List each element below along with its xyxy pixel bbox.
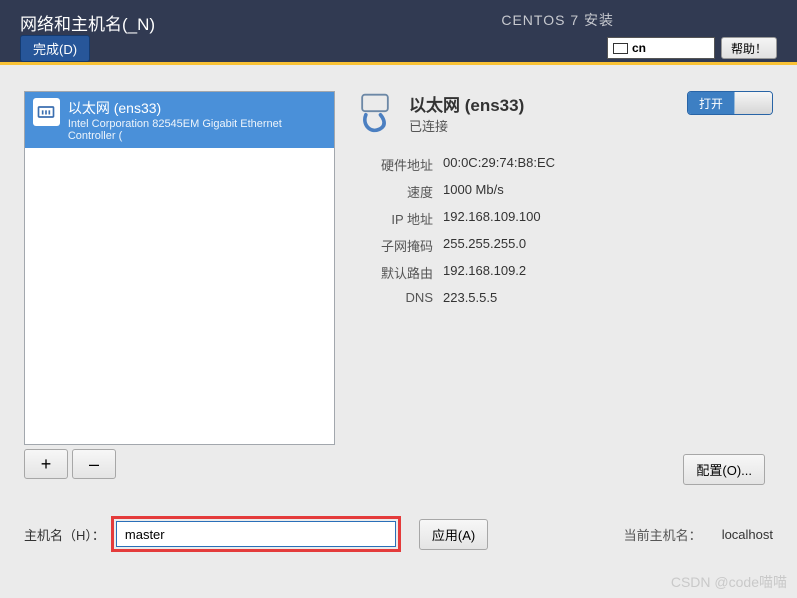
header-bar: 网络和主机名(_N) 完成(D) CENTOS 7 安装 ⌨ cn 帮助！ <box>0 0 797 65</box>
configure-button[interactable]: 配置(O)... <box>683 454 765 485</box>
detail-key: 速度 <box>353 182 433 201</box>
current-hostname-label: 当前主机名： <box>624 525 702 544</box>
network-item-title: 以太网 (ens33) <box>68 98 328 118</box>
ethernet-cable-icon <box>353 91 397 135</box>
apply-hostname-button[interactable]: 应用(A) <box>419 519 488 550</box>
interface-details: 硬件地址 00:0C:29:74:B8:EC 速度 1000 Mb/s IP 地址 1… <box>353 155 773 305</box>
toggle-knob <box>734 92 772 114</box>
keyboard-icon: ⌨ <box>613 43 628 54</box>
keyboard-layout-code: cn <box>632 41 646 55</box>
interface-name: 以太网 (ens33) <box>409 91 524 116</box>
detail-key: 默认路由 <box>353 263 433 282</box>
detail-val: 192.168.109.2 <box>443 263 526 282</box>
ethernet-icon <box>33 98 60 126</box>
network-list[interactable]: 以太网 (ens33) Intel Corporation 82545EM Gi… <box>24 91 335 445</box>
hostname-input[interactable] <box>116 521 396 547</box>
detail-val: 255.255.255.0 <box>443 236 526 255</box>
network-list-item[interactable]: 以太网 (ens33) Intel Corporation 82545EM Gi… <box>25 92 334 148</box>
page-title: 网络和主机名(_N) <box>20 10 155 35</box>
watermark: CSDN @code喵喵 <box>671 572 787 592</box>
detail-key: IP 地址 <box>353 209 433 228</box>
detail-key: 硬件地址 <box>353 155 433 174</box>
keyboard-layout-box[interactable]: ⌨ cn <box>607 37 715 59</box>
detail-val: 223.5.5.5 <box>443 290 497 305</box>
toggle-on-label: 打开 <box>688 92 734 114</box>
add-interface-button[interactable]: + <box>24 449 68 479</box>
detail-val: 00:0C:29:74:B8:EC <box>443 155 555 174</box>
detail-val: 192.168.109.100 <box>443 209 541 228</box>
help-button[interactable]: 帮助！ <box>721 37 777 59</box>
interface-status: 已连接 <box>409 116 524 135</box>
detail-key: DNS <box>353 290 433 305</box>
installer-title: CENTOS 7 安装 <box>501 10 614 30</box>
detail-val: 1000 Mb/s <box>443 182 504 201</box>
remove-interface-button[interactable]: – <box>72 449 116 479</box>
network-item-desc: Intel Corporation 82545EM Gigabit Ethern… <box>68 118 328 142</box>
current-hostname-value: localhost <box>722 527 773 542</box>
detail-key: 子网掩码 <box>353 236 433 255</box>
done-button[interactable]: 完成(D) <box>20 35 90 62</box>
hostname-highlight <box>111 516 401 552</box>
interface-toggle[interactable]: 打开 <box>687 91 773 115</box>
hostname-label: 主机名（H）： <box>24 525 105 544</box>
